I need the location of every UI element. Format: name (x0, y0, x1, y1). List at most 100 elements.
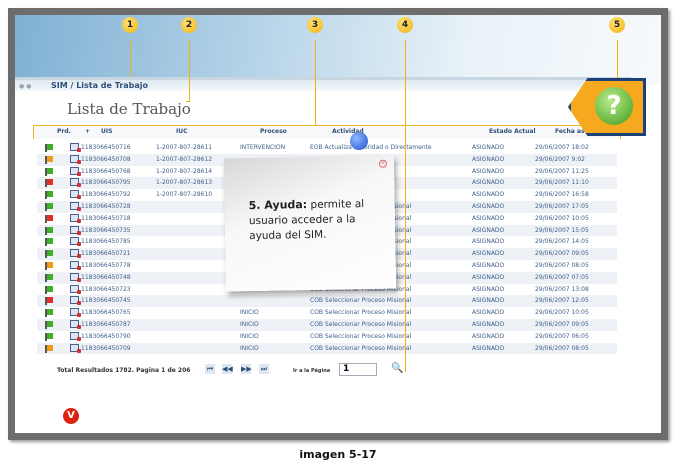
uis-cell[interactable]: 1183066450708 (81, 156, 131, 163)
fecha-cell: 29/06/2007 10:05 (535, 214, 589, 222)
image-caption: imagen 5-17 (299, 448, 377, 461)
estado-cell: ASIGNADO (472, 167, 505, 175)
uis-cell[interactable]: 1183066450778 (81, 262, 131, 269)
actividad-cell: COB Seleccionar Proceso Misional (310, 321, 412, 328)
uis-cell[interactable]: 1183066450795 (81, 179, 131, 186)
table-row[interactable]: 1183066450765 INICIO COB Seleccionar Pro… (37, 307, 617, 319)
next-page-button[interactable]: ▶▶ (241, 364, 252, 374)
page-input[interactable]: 1 (339, 363, 377, 376)
priority-flag-icon (45, 250, 53, 259)
uis-cell[interactable]: 1183066450790 (81, 333, 131, 340)
table-row[interactable]: 1183066450716 1-2007-807-28611 INTERVENC… (37, 142, 617, 154)
callout-5: 5 (609, 17, 625, 33)
iuc-cell: 1-2007-807-28614 (156, 167, 213, 175)
uis-cell[interactable]: 1183066450709 (81, 345, 131, 352)
fecha-cell: 29/06/2007 10:05 (535, 309, 589, 317)
iuc-cell: 1-2007-807-28610 (156, 191, 213, 199)
assign-icon[interactable] (70, 202, 81, 211)
help-note: × 5. Ayuda: permite al usuario acceder a… (223, 155, 397, 292)
table-row[interactable]: 1183066450787 INICIO COB Seleccionar Pro… (37, 319, 617, 331)
table-row[interactable]: 1183066450745 COB Seleccionar Proceso Mi… (37, 295, 617, 308)
assign-icon[interactable] (70, 296, 81, 306)
actividad-cell: COB Seleccionar Proceso Misional (310, 297, 412, 305)
search-icon[interactable]: 🔍 (391, 363, 403, 374)
iuc-cell: 1-2007-807-28611 (156, 144, 213, 151)
fecha-cell: 29/06/2007 17:05 (535, 203, 589, 210)
column-header[interactable]: + (85, 128, 90, 135)
fecha-cell: 29/06/2007 15:05 (535, 226, 589, 234)
uis-cell[interactable]: 1183066450716 (81, 144, 131, 151)
close-icon[interactable]: × (378, 159, 388, 168)
assign-icon[interactable] (70, 284, 81, 294)
assign-icon[interactable] (70, 178, 81, 188)
assign-icon[interactable] (70, 320, 81, 329)
uis-cell[interactable]: 1183066450735 (81, 227, 131, 234)
estado-cell: ASIGNADO (472, 332, 505, 340)
assign-icon[interactable] (70, 154, 81, 164)
first-page-button[interactable]: ⏮ (205, 364, 215, 374)
column-header[interactable]: IUC (176, 128, 188, 135)
uis-cell[interactable]: 1183066450723 (81, 286, 131, 293)
assign-icon[interactable] (70, 261, 81, 270)
column-header[interactable]: Proceso (260, 128, 287, 135)
assign-icon[interactable] (70, 143, 81, 152)
assign-icon[interactable] (70, 331, 81, 341)
uis-cell[interactable]: 1183066450785 (81, 238, 131, 245)
uis-cell[interactable]: 1183066450787 (81, 321, 131, 328)
fecha-cell: 29/06/2007 14:05 (535, 238, 589, 246)
proceso-cell: INTERVENCION (240, 144, 286, 151)
uis-cell[interactable]: 1183066450745 (81, 297, 131, 304)
proceso-cell: INICIO (240, 332, 259, 340)
logo: V (63, 408, 79, 424)
priority-flag-icon (45, 203, 53, 211)
table-row[interactable]: 1183066450709 INICIO COB Seleccionar Pro… (37, 342, 617, 355)
table-row[interactable]: 1183066450790 INICIO COB Seleccionar Pro… (37, 331, 617, 343)
estado-cell: ASIGNADO (472, 273, 505, 281)
column-header[interactable]: UIS (101, 128, 112, 135)
fecha-cell: 29/06/2007 06:05 (535, 332, 589, 340)
uis-cell[interactable]: 1183066450721 (81, 250, 131, 257)
uis-cell[interactable]: 1183066450728 (81, 203, 131, 210)
help-icon[interactable]: ? (595, 87, 633, 125)
assign-icon[interactable] (70, 343, 81, 353)
column-header[interactable]: Prd. (57, 128, 71, 135)
column-header[interactable]: Estado Actual (489, 128, 536, 135)
breadcrumb[interactable]: SIM / Lista de Trabajo (51, 81, 148, 90)
uis-cell[interactable]: 1183066450765 (81, 309, 131, 316)
priority-flag-icon (45, 214, 53, 223)
fecha-cell: 29/06/2007 13:08 (535, 285, 589, 293)
assign-icon[interactable] (70, 237, 81, 247)
goto-page-label: Ir a la Página (293, 368, 331, 374)
priority-flag-icon (45, 262, 53, 270)
estado-cell: ASIGNADO (472, 250, 505, 258)
uis-cell[interactable]: 1183066450748 (81, 274, 131, 281)
assign-icon[interactable] (70, 213, 81, 223)
fecha-cell: 29/06/2007 11:25 (535, 167, 589, 175)
total-results: Total Resultados 1782. Pagina 1 de 206 (57, 367, 191, 374)
assign-icon[interactable] (70, 166, 81, 176)
priority-flag-icon (45, 167, 53, 176)
assign-icon[interactable] (70, 225, 81, 235)
fecha-cell: 29/06/2007 11:10 (535, 179, 589, 187)
uis-cell[interactable]: 1183066450792 (81, 191, 131, 198)
assign-icon[interactable] (70, 308, 81, 318)
prev-page-button[interactable]: ◀◀ (222, 364, 233, 374)
uis-cell[interactable]: 1183066450718 (81, 215, 131, 222)
actividad-cell: COB Seleccionar Proceso Misional (310, 332, 412, 340)
priority-flag-icon (45, 179, 53, 188)
assign-icon[interactable] (70, 272, 81, 282)
assign-icon[interactable] (70, 190, 81, 200)
priority-flag-icon (45, 309, 53, 318)
priority-flag-icon (45, 297, 53, 306)
assign-icon[interactable] (70, 249, 81, 259)
estado-cell: ASIGNADO (472, 321, 505, 328)
note-text: 5. Ayuda: permite al usuario acceder a l… (248, 198, 365, 243)
estado-cell: ASIGNADO (472, 214, 505, 222)
proceso-cell: INICIO (240, 321, 259, 328)
priority-flag-icon (45, 321, 53, 329)
actividad-cell: COB Seleccionar Proceso Misional (310, 309, 412, 317)
last-page-button[interactable]: ⏭ (259, 364, 269, 374)
uis-cell[interactable]: 1183066450768 (81, 168, 131, 175)
priority-flag-icon (45, 144, 53, 152)
estado-cell: ASIGNADO (472, 238, 505, 246)
